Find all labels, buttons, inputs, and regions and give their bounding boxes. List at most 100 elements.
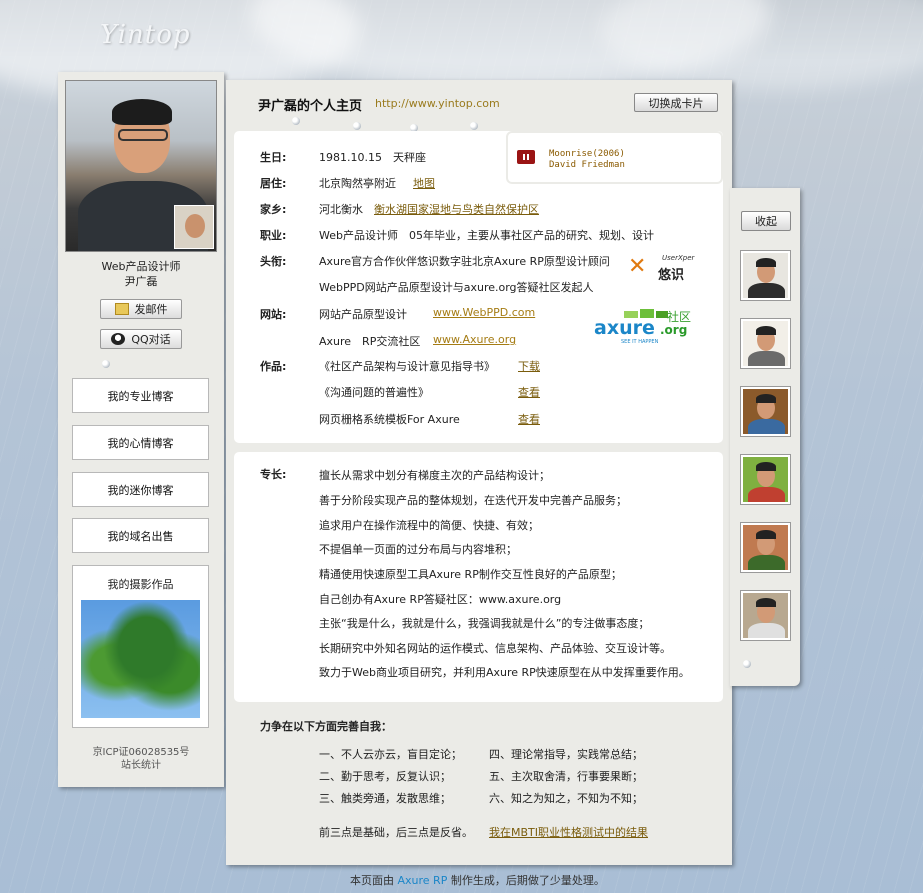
photography-box[interactable]: 我的摄影作品 — [72, 565, 209, 728]
sidebar-item-label: 我的域名出售 — [107, 529, 174, 543]
userxper-logo[interactable]: ✕ UserXper 悠识 — [628, 254, 695, 283]
self-improvement-title: 力争在以下方面完善自我： — [260, 720, 392, 733]
improve-note: 前三点是基础，后三点是反省。 — [319, 826, 473, 839]
skill-item: 主张“我是什么，我就是什么，我强调我就是什么”的专注做事态度； — [319, 617, 650, 630]
qq-chat-button[interactable]: QQ对话 — [100, 329, 182, 349]
skill-item: 致力于Web商业项目研究，并利用Axure RP快速原型在从中发挥重要作用。 — [319, 666, 690, 679]
userxper-wordmark: UserXper — [662, 254, 695, 262]
generator-prefix: 本页面由 — [350, 874, 394, 887]
now-playing: Moonrise(2006) David Friedman — [549, 149, 625, 171]
switch-to-card-button[interactable]: 切换成卡片 — [634, 93, 718, 112]
pause-icon — [523, 154, 529, 160]
website-1-name: 网站产品原型设计 — [319, 308, 407, 321]
profile-name: 尹广磊 — [124, 275, 158, 288]
send-mail-label: 发邮件 — [134, 303, 168, 316]
axure-logo-tagline: SEE IT HAPPEN — [621, 339, 659, 345]
mbti-result-link[interactable]: 我在MBTI职业性格测试中的结果 — [489, 824, 648, 840]
hometown-label: 家乡: — [260, 203, 287, 216]
collapse-button[interactable]: 收起 — [741, 211, 791, 231]
work-1-title: 《社区产品架构与设计意见指导书》 — [319, 360, 495, 373]
hometown-link[interactable]: 衡水湖国家湿地与鸟类自然保护区 — [374, 201, 539, 217]
track-artist: David Friedman — [549, 160, 625, 170]
generator-note: 本页面由 Axure RP 制作生成，后期做了少量处理。 — [350, 872, 605, 888]
skill-item: 善于分阶段实现产品的整体规划，在迭代开发中完善产品服务； — [319, 494, 627, 507]
improve-item: 四、理论常指导，实践常总结； — [489, 748, 643, 761]
skill-item: 不提倡单一页面的过分布局与内容堆积； — [319, 543, 517, 556]
qq-penguin-icon — [111, 333, 126, 345]
water-drop-decoration — [353, 122, 361, 130]
axure-org-link[interactable]: www.Axure.org — [433, 333, 516, 346]
home-value: 北京陶然亭附近 — [319, 177, 396, 190]
axure-rp-link[interactable]: Axure RP — [398, 874, 448, 887]
map-link[interactable]: 地图 — [413, 175, 435, 191]
home-label: 居住: — [260, 177, 287, 190]
job-value: Web产品设计师 05年毕业，主要从事社区产品的研究、规划、设计 — [319, 229, 654, 242]
skills-label: 专长: — [260, 468, 287, 481]
works-label: 作品: — [260, 360, 287, 373]
birthday-value: 1981.10.15 天秤座 — [319, 151, 426, 164]
profile-photo — [65, 80, 217, 252]
site-logo[interactable]: Yintop — [100, 20, 191, 50]
userxper-x-icon: ✕ — [628, 254, 647, 279]
page-title: 尹广磊的个人主页 — [258, 99, 363, 114]
improve-item: 二、勤于思考，反复认识； — [319, 770, 451, 783]
work-3-title: 网页栅格系统模板For Axure — [319, 413, 460, 426]
skill-item: 长期研究中外知名网站的运作模式、信息架构、产品体验、交互设计等。 — [319, 642, 671, 655]
homepage-url[interactable]: http://www.yintop.com — [375, 97, 500, 110]
job-label: 职业: — [260, 229, 287, 242]
send-mail-button[interactable]: 发邮件 — [100, 299, 182, 319]
qq-chat-label: QQ对话 — [131, 333, 171, 346]
work-2-view-link[interactable]: 查看 — [518, 384, 540, 400]
water-drop-decoration — [292, 117, 300, 125]
mail-icon — [114, 303, 129, 315]
sidebar-item-label: 我的迷你博客 — [107, 483, 174, 497]
photography-title: 我的摄影作品 — [107, 578, 174, 591]
sidebar-footer: 京ICP证06028535号 站长统计 — [58, 746, 224, 772]
friend-avatar[interactable] — [740, 454, 791, 505]
friend-avatar[interactable] — [740, 386, 791, 437]
improve-item: 五、主次取舍清，行事要果断； — [489, 770, 643, 783]
skill-item: 自己创办有Axure RP答疑社区：www.axure.org — [319, 593, 562, 606]
work-2-title: 《沟通问题的普遍性》 — [319, 386, 429, 399]
title-label: 头衔: — [260, 255, 287, 268]
improve-item: 一、不人云亦云，盲目定论； — [319, 748, 462, 761]
sidebar-item-mood-blog[interactable]: 我的心情博客 — [72, 425, 209, 460]
work-1-download-link[interactable]: 下载 — [518, 358, 540, 374]
axure-logo-text: axure — [594, 317, 655, 339]
sidebar-item-label: 我的专业博客 — [107, 389, 174, 403]
hometown-value: 河北衡水 — [319, 203, 363, 216]
icp-number[interactable]: 京ICP证06028535号 — [58, 746, 224, 759]
website-label: 网站: — [260, 308, 287, 321]
axure-org-logo[interactable]: 社区 axure .org SEE IT HAPPEN — [594, 308, 694, 345]
profile-role: Web产品设计师 — [101, 260, 181, 273]
axure-logo-org: .org — [660, 323, 688, 337]
tree-photo[interactable] — [81, 600, 200, 718]
site-stats-link[interactable]: 站长统计 — [58, 759, 224, 772]
sidebar-item-pro-blog[interactable]: 我的专业博客 — [72, 378, 209, 413]
title-line-2: WebPPD网站产品原型设计与axure.org答疑社区发起人 — [319, 281, 594, 294]
userxper-cn: 悠识 — [658, 268, 685, 283]
sidebar-item-label: 我的心情博客 — [107, 436, 174, 450]
webppd-link[interactable]: www.WebPPD.com — [433, 306, 535, 319]
title-line-1: Axure官方合作伙伴悠识数字驻北京Axure RP原型设计顾问 — [319, 255, 610, 268]
website-2-name: Axure RP交流社区 — [319, 335, 421, 348]
skill-item: 精通使用快速原型工具Axure RP制作交互性良好的产品原型； — [319, 568, 622, 581]
track-title: Moonrise(2006) — [549, 149, 625, 159]
sidebar-item-mini-blog[interactable]: 我的迷你博客 — [72, 472, 209, 507]
friend-avatar[interactable] — [740, 522, 791, 573]
friend-avatar[interactable] — [740, 250, 791, 301]
friend-avatar[interactable] — [740, 590, 791, 641]
pause-button[interactable] — [517, 150, 535, 164]
generator-suffix: 制作生成，后期做了少量处理。 — [450, 874, 605, 887]
skill-item: 追求用户在操作流程中的简便、快捷、有效； — [319, 519, 539, 532]
profile-caption: Web产品设计师 尹广磊 — [58, 259, 224, 289]
work-3-view-link[interactable]: 查看 — [518, 411, 540, 427]
water-drop-decoration — [470, 122, 478, 130]
sidebar-item-domain-sale[interactable]: 我的域名出售 — [72, 518, 209, 553]
water-drop-decoration — [743, 660, 751, 668]
birthday-label: 生日: — [260, 151, 287, 164]
improve-item: 六、知之为知之，不知为不知； — [489, 792, 643, 805]
water-drop-decoration — [102, 360, 110, 368]
friend-avatar[interactable] — [740, 318, 791, 369]
improve-item: 三、触类旁通，发散思维； — [319, 792, 451, 805]
